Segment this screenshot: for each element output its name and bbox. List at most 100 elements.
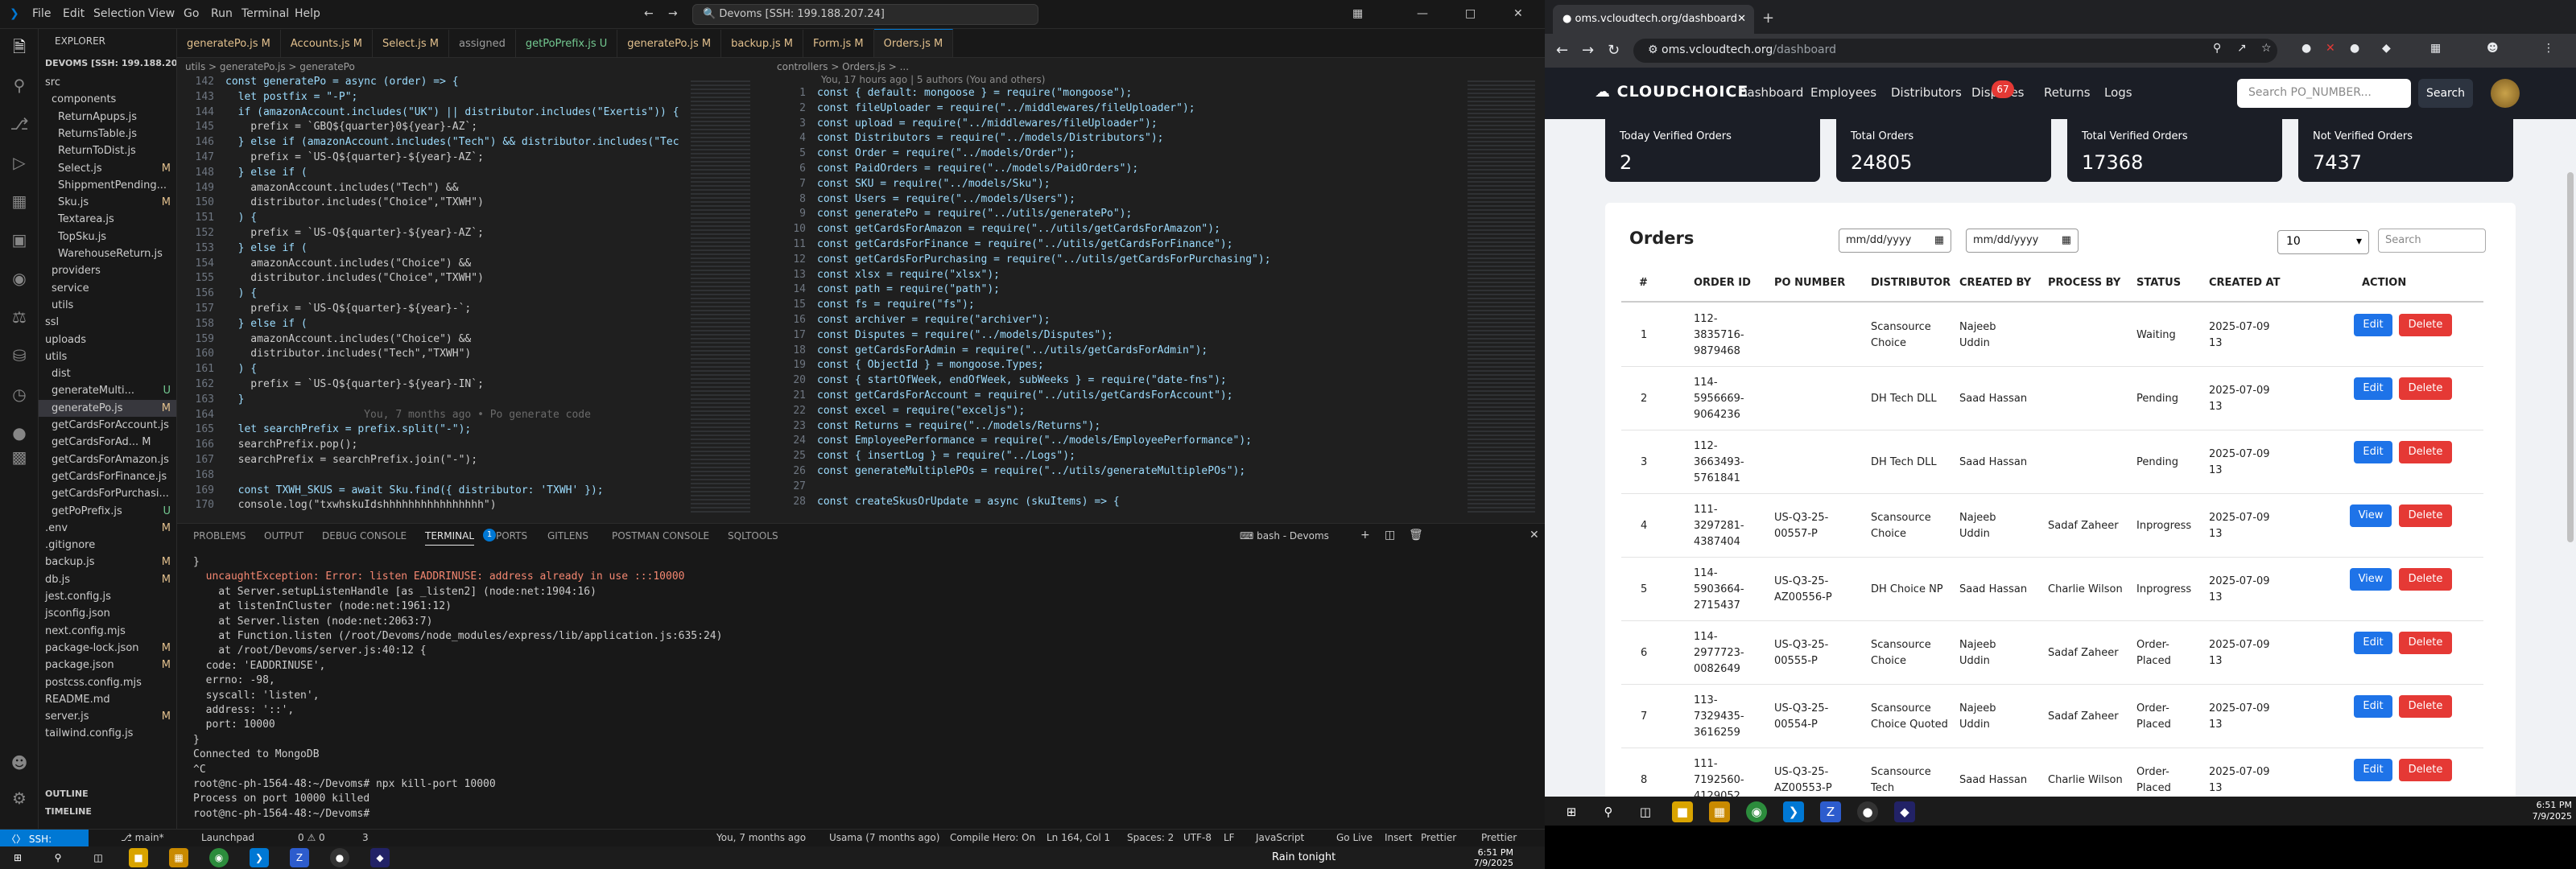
explorer-icon[interactable]: 🗎 <box>10 37 29 56</box>
tree-item[interactable]: README.md <box>39 691 176 708</box>
docker-icon[interactable]: ▩ <box>10 447 29 467</box>
search-taskbar-icon[interactable]: ⚲ <box>48 848 68 867</box>
eol[interactable]: LF <box>1224 832 1235 843</box>
terminal-shell-selector[interactable]: ⌨ bash - Devoms <box>1240 530 1329 542</box>
maximize-icon[interactable]: □ <box>1465 7 1476 20</box>
minimize-icon[interactable]: — <box>1417 7 1428 20</box>
weather[interactable]: Rain tonight <box>1272 851 1335 863</box>
chrome-icon[interactable]: ◉ <box>1746 801 1767 822</box>
vscode-taskbar-icon[interactable]: ❯ <box>250 848 269 867</box>
tree-item[interactable]: backup.js M <box>39 554 176 570</box>
tree-item[interactable]: jest.config.js <box>39 588 176 605</box>
nav-distributors[interactable]: Distributors <box>1891 85 1962 100</box>
tree-item[interactable]: components <box>39 91 176 108</box>
testing-icon[interactable]: ⚖ <box>10 307 29 327</box>
start-date-input[interactable]: mm/dd/yyyy ▦ <box>1839 229 1951 253</box>
po-search-button[interactable]: Search <box>2418 79 2473 108</box>
panel-tab[interactable]: PORTS <box>496 530 527 542</box>
extension-3-icon[interactable]: ● <box>2350 42 2359 55</box>
close-panel-icon[interactable]: ✕ <box>1530 529 1539 542</box>
forward-icon[interactable]: → <box>1582 42 1594 59</box>
delete-button[interactable]: Delete <box>2399 377 2452 400</box>
command-center[interactable]: 🔍 Devoms [SSH: 199.188.207.24] <box>692 4 1038 25</box>
edit-button[interactable]: Edit <box>2354 314 2392 336</box>
panel-tab[interactable]: PROBLEMS <box>193 530 246 542</box>
chrome-menu-icon[interactable]: ⋮ <box>2543 42 2554 55</box>
language-mode[interactable]: JavaScript <box>1256 832 1304 843</box>
zoom-icon[interactable]: Z <box>290 848 309 867</box>
task-view-icon[interactable]: ◫ <box>89 848 108 867</box>
tree-item[interactable]: generateMulti... U <box>39 382 176 399</box>
source-control-icon[interactable]: ⎇ <box>10 114 29 134</box>
terminal[interactable]: } uncaughtException: Error: listen EADDR… <box>177 556 1545 830</box>
editor-tab[interactable]: backup.js M <box>721 30 804 57</box>
editor-tab[interactable]: generatePo.js M <box>617 30 722 57</box>
view-button[interactable]: View <box>2350 505 2392 527</box>
tree-item[interactable]: getPoPrefix.js U <box>39 503 176 520</box>
new-terminal-icon[interactable]: + <box>1360 529 1370 542</box>
extension-4-icon[interactable]: ◆ <box>2382 42 2391 55</box>
windows-start-icon[interactable]: ⊞ <box>1561 801 1582 822</box>
tree-item[interactable]: WarehouseReturn.js <box>39 245 176 262</box>
tree-item[interactable]: src <box>39 74 176 91</box>
menu-run[interactable]: Run <box>211 7 233 20</box>
remote-indicator[interactable]: 〈〉 SSH: 199.188.207.24 <box>0 830 89 857</box>
delete-button[interactable]: Delete <box>2399 568 2452 591</box>
store-icon[interactable]: ▦ <box>1709 801 1730 822</box>
timeline-section[interactable]: TIMELINE <box>45 806 92 817</box>
app-icon[interactable]: ● <box>330 848 349 867</box>
tree-item[interactable]: utils <box>39 348 176 365</box>
tree-item[interactable]: ssl <box>39 314 176 331</box>
nav-returns[interactable]: Returns <box>2044 85 2091 100</box>
prettier-status-2[interactable]: Prettier <box>1481 832 1517 843</box>
panel-tab[interactable]: DEBUG CONSOLE <box>322 530 407 542</box>
tree-item[interactable]: ShippmentPending... <box>39 177 176 194</box>
tree-item[interactable]: getCardsForAmazon.js <box>39 451 176 468</box>
tree-item[interactable]: db.js M <box>39 571 176 588</box>
delete-button[interactable]: Delete <box>2399 632 2452 654</box>
menu-edit[interactable]: Edit <box>63 7 85 20</box>
git-branch[interactable]: ⎇ main* <box>121 832 164 843</box>
compile-hero[interactable]: Compile Hero: On <box>950 832 1035 843</box>
new-tab-icon[interactable]: + <box>1762 10 1774 27</box>
tree-item[interactable]: service <box>39 280 176 297</box>
menu-file[interactable]: File <box>32 7 51 20</box>
menu-help[interactable]: Help <box>295 7 320 20</box>
file-explorer-icon[interactable]: ■ <box>129 848 148 867</box>
delete-button[interactable]: Delete <box>2399 759 2452 781</box>
close-icon[interactable]: ✕ <box>1513 7 1523 20</box>
tree-item[interactable]: ReturnToDist.js <box>39 142 176 159</box>
edit-button[interactable]: Edit <box>2354 695 2392 718</box>
nav-employees[interactable]: Employees <box>1810 85 1876 100</box>
tree-item[interactable]: TopSku.js <box>39 229 176 245</box>
vscode-taskbar-icon[interactable]: ❯ <box>1783 801 1804 822</box>
tree-item[interactable]: ReturnApups.js <box>39 109 176 126</box>
profile-icon[interactable]: ☻ <box>2487 42 2499 55</box>
app2-icon[interactable]: ◆ <box>370 848 390 867</box>
go-live[interactable]: Go Live <box>1336 832 1373 843</box>
extension-1-icon[interactable]: ● <box>2301 42 2311 55</box>
right-editor[interactable]: 1 const { default: mongoose } = require("… <box>769 87 1461 523</box>
tree-item[interactable]: package.json M <box>39 657 176 673</box>
tree-item[interactable]: Select.js M <box>39 160 176 177</box>
edit-button[interactable]: Edit <box>2354 759 2392 781</box>
menu-go[interactable]: Go <box>184 7 199 20</box>
manage-gear-icon[interactable]: ⚙ <box>10 789 29 808</box>
file-explorer-icon[interactable]: ■ <box>1672 801 1693 822</box>
editor-tab[interactable]: assigned <box>449 30 516 57</box>
left-minimap[interactable] <box>684 76 757 523</box>
nav-dashboard[interactable]: Dashboard <box>1738 85 1803 100</box>
page-scrollbar[interactable] <box>2567 172 2574 542</box>
page-size-select[interactable]: 10 ▾ <box>2277 230 2369 254</box>
extensions-puzzle-icon[interactable]: ▦ <box>2430 42 2441 55</box>
back-arrow-icon[interactable]: ← <box>644 7 654 20</box>
edit-button[interactable]: Edit <box>2354 377 2392 400</box>
tree-item[interactable]: Sku.js M <box>39 194 176 211</box>
tab-close-icon[interactable]: ✕ <box>1737 13 1746 25</box>
clock-left[interactable]: 6:51 PM 7/9/2025 <box>1449 847 1513 868</box>
chrome-icon[interactable]: ◉ <box>209 848 229 867</box>
end-date-input[interactable]: mm/dd/yyyy ▦ <box>1966 229 2079 253</box>
search-icon[interactable]: ⚲ <box>10 76 29 95</box>
panel-tab[interactable]: GITLENS <box>547 530 588 542</box>
view-button[interactable]: View <box>2350 568 2392 591</box>
